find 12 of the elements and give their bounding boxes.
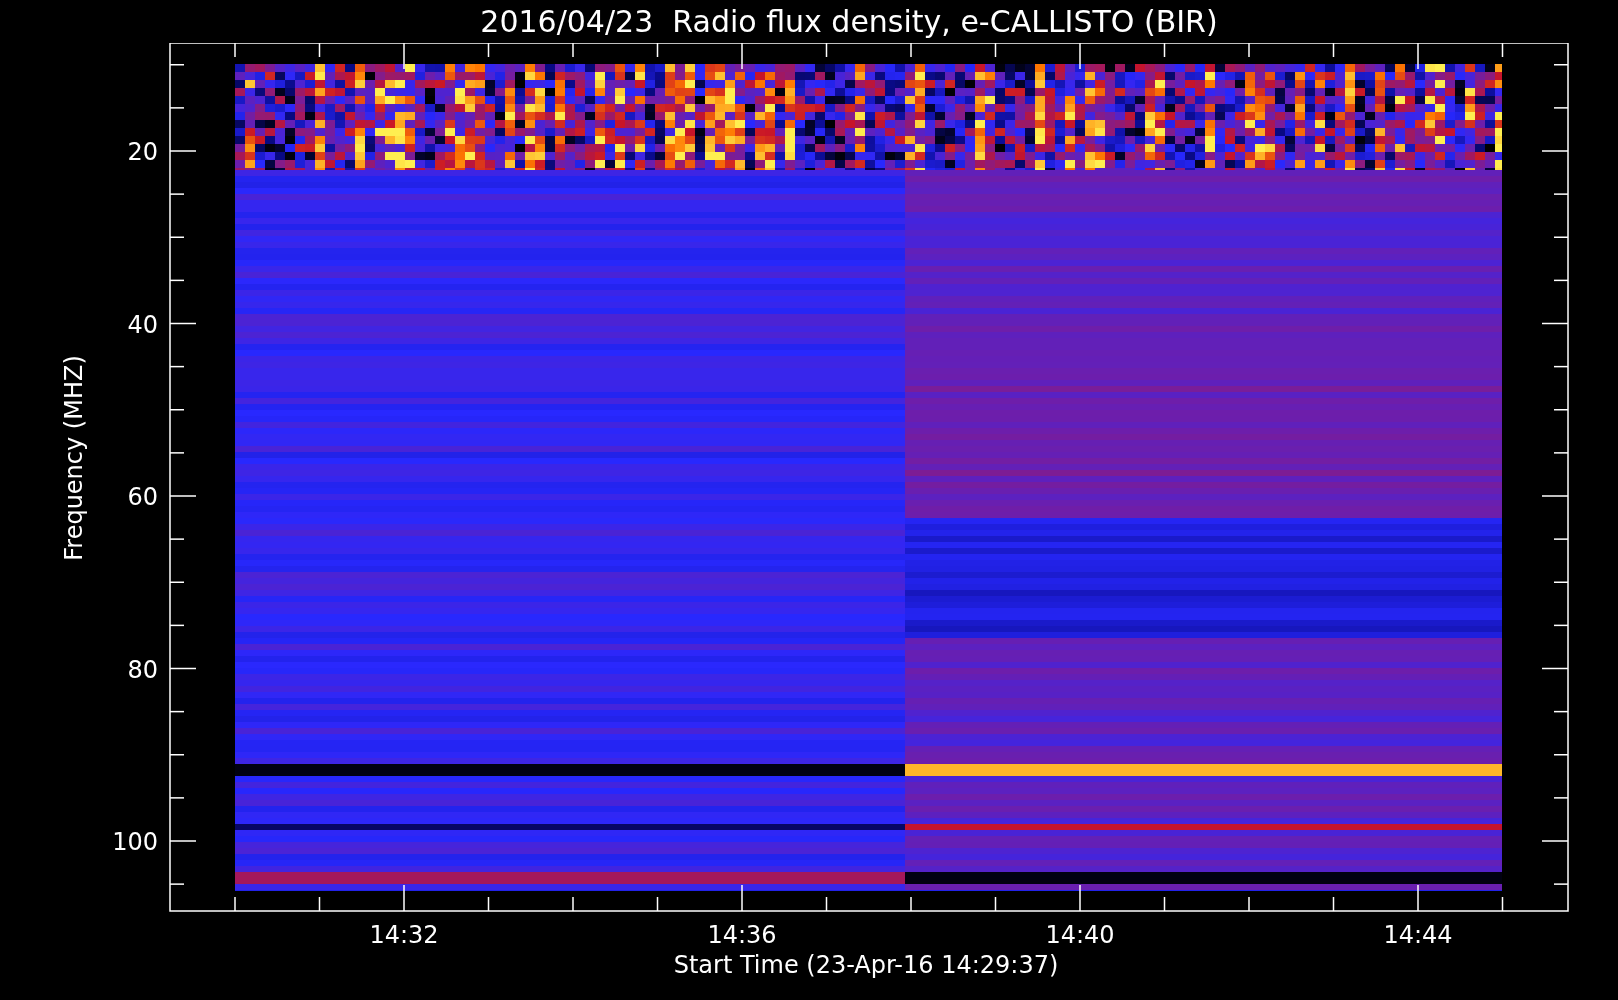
x-tick-label: 14:40 bbox=[1045, 921, 1115, 949]
y-tick-label: 80 bbox=[127, 655, 158, 684]
x-tick-label: 14:32 bbox=[369, 921, 439, 949]
chart-title: 2016/04/23 Radio flux density, e-CALLISTO (BIR) bbox=[479, 3, 1219, 41]
y-axis-label: Frequency (MHZ) bbox=[60, 355, 88, 561]
x-tick-label: 14:44 bbox=[1383, 921, 1453, 949]
x-tick-label: 14:36 bbox=[707, 921, 777, 949]
y-tick-label: 40 bbox=[127, 310, 158, 339]
y-tick-label: 100 bbox=[112, 828, 158, 856]
y-tick-label: 60 bbox=[127, 483, 158, 511]
x-axis-label: Start Time (23-Apr-16 14:29:37) bbox=[673, 951, 1059, 979]
y-tick-label: 20 bbox=[127, 138, 158, 166]
